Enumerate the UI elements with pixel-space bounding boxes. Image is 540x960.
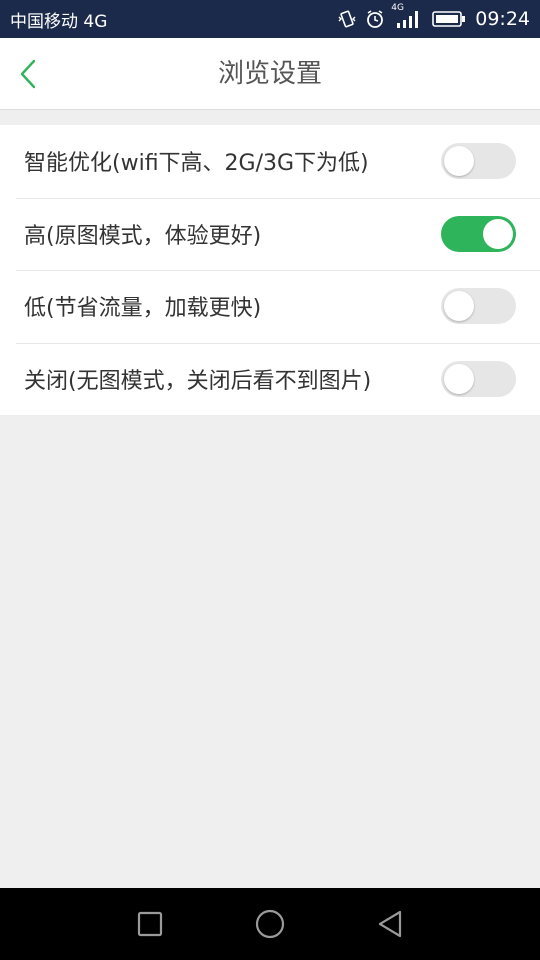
recent-apps-button[interactable] (90, 888, 210, 960)
home-icon (255, 909, 285, 939)
setting-row-low[interactable]: 低(节省流量，加载更快) (0, 270, 540, 343)
battery-icon (431, 9, 467, 29)
toggle-switch[interactable] (441, 215, 516, 252)
setting-row-high[interactable]: 高(原图模式，体验更好) (0, 197, 540, 271)
toggle-switch[interactable] (441, 360, 516, 397)
app-header: 浏览设置 (0, 38, 540, 110)
toggle-switch[interactable] (441, 288, 516, 324)
setting-row-smart[interactable]: 智能优化(wifi下高、2G/3G下为低) (0, 125, 540, 198)
toggle-knob (444, 363, 474, 394)
toggle-switch[interactable] (441, 143, 516, 179)
carrier-label: 中国移动 4G (10, 11, 108, 32)
toggle-knob (444, 291, 474, 321)
settings-list: 智能优化(wifi下高、2G/3G下为低) 高(原图模式，体验更好) 低(节省流… (0, 125, 540, 415)
status-time: 09:24 (475, 8, 530, 30)
status-bar: 中国移动 4G 4G 09:24 (0, 0, 540, 38)
page-title: 浏览设置 (217, 59, 322, 89)
nav-back-button[interactable] (330, 888, 450, 960)
setting-row-off[interactable]: 关闭(无图模式，关闭后看不到图片) (0, 342, 540, 416)
back-icon (378, 910, 402, 938)
home-button[interactable] (210, 888, 330, 960)
network-badge: 4G (391, 3, 404, 13)
system-nav-bar (0, 888, 540, 960)
vibrate-icon (337, 9, 357, 29)
toggle-knob (483, 218, 513, 249)
recent-apps-icon (137, 911, 163, 937)
alarm-icon (365, 9, 385, 29)
signal-icon: 4G (391, 3, 423, 29)
toggle-knob (444, 146, 474, 176)
